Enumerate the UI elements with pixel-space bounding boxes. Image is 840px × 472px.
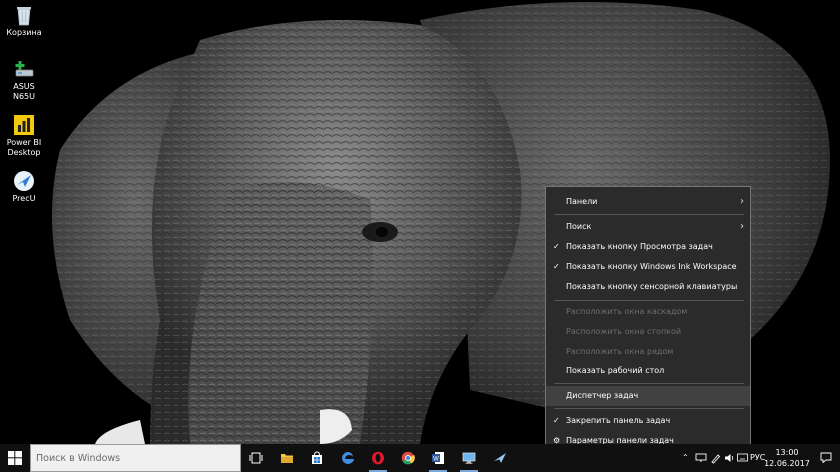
checkmark-icon: ✓ xyxy=(553,262,560,271)
taskbar[interactable]: Поиск в Windows W ⌃ РУС 13:00 12.06.2017 xyxy=(0,444,840,472)
menu-item-label: Диспетчер задач xyxy=(566,391,639,400)
word-button[interactable]: W xyxy=(424,444,452,472)
edge-icon xyxy=(342,452,354,464)
task-view-icon xyxy=(249,452,263,464)
menu-item-lock-taskbar[interactable]: ✓ Закрепить панель задач xyxy=(546,411,750,431)
recycle-bin-icon xyxy=(17,7,31,26)
clock-date: 12.06.2017 xyxy=(764,459,810,468)
remote-desktop-button[interactable] xyxy=(455,444,483,472)
edge-button[interactable] xyxy=(334,444,362,472)
taskbar-context-menu: Панели › Поиск › ✓ Показать кнопку Просм… xyxy=(545,186,751,444)
menu-item-search[interactable]: Поиск › xyxy=(546,217,750,237)
menu-item-label: Закрепить панель задач xyxy=(566,416,671,425)
clock[interactable]: 13:00 12.06.2017 xyxy=(760,447,814,469)
desktop-icon-power-bi[interactable]: Power BI Desktop xyxy=(2,114,46,158)
remote-desktop-icon xyxy=(462,452,476,464)
desktop-icon-label: Power BI Desktop xyxy=(6,138,42,157)
desktop-icon-label: Корзина xyxy=(6,28,42,37)
search-box[interactable]: Поиск в Windows xyxy=(30,444,241,472)
touch-keyboard-icon[interactable] xyxy=(737,453,748,462)
file-explorer-icon xyxy=(281,454,293,463)
menu-item-label: Поиск xyxy=(566,222,592,231)
word-icon: W xyxy=(432,452,444,464)
menu-item-label: Показать рабочий стол xyxy=(566,366,665,375)
volume-icon[interactable] xyxy=(724,453,735,463)
menu-item-task-manager[interactable]: Диспетчер задач xyxy=(546,386,750,406)
store-icon xyxy=(312,451,322,464)
ink-workspace-icon[interactable] xyxy=(710,453,721,464)
windows-logo-icon xyxy=(8,451,22,465)
desktop-icon-asus-n65u[interactable]: ASUS N65U xyxy=(2,58,46,102)
menu-item-label: Параметры панели задач xyxy=(566,436,674,444)
menu-separator xyxy=(554,300,744,301)
menu-separator xyxy=(554,408,744,409)
menu-item-toolbars[interactable]: Панели › xyxy=(546,192,750,212)
precu-app-icon xyxy=(14,171,34,191)
power-bi-icon xyxy=(14,115,34,135)
menu-item-label: Расположить окна каскадом xyxy=(566,307,688,316)
network-drive-icon xyxy=(15,61,34,77)
menu-item-show-ink-workspace[interactable]: ✓ Показать кнопку Windows Ink Workspace xyxy=(546,257,750,277)
desktop-icon-recycle-bin[interactable]: Корзина xyxy=(2,4,46,38)
task-view-button[interactable] xyxy=(242,444,270,472)
precu-taskbar-button[interactable] xyxy=(486,444,514,472)
file-explorer-button[interactable] xyxy=(273,444,301,472)
action-center-icon[interactable] xyxy=(820,452,832,463)
menu-item-side-by-side: Расположить окна рядом xyxy=(546,342,750,362)
menu-item-label: Показать кнопку Просмотра задач xyxy=(566,242,713,251)
menu-item-label: Расположить окна стопкой xyxy=(566,327,682,336)
network-icon[interactable] xyxy=(695,453,707,463)
menu-item-show-desktop[interactable]: Показать рабочий стол xyxy=(546,361,750,381)
desktop-icon-label: PrecU xyxy=(12,194,36,203)
menu-separator xyxy=(554,214,744,215)
opera-button[interactable] xyxy=(364,444,392,472)
menu-item-show-touch-keyboard[interactable]: Показать кнопку сенсорной клавиатуры xyxy=(546,277,750,297)
chevron-up-icon[interactable]: ⌃ xyxy=(682,453,689,462)
opera-icon xyxy=(372,451,384,465)
menu-separator xyxy=(554,383,744,384)
desktop[interactable]: Корзина ASUS N65U Power BI Desktop PrecU… xyxy=(0,0,840,444)
checkmark-icon: ✓ xyxy=(553,416,560,425)
svg-text:W: W xyxy=(433,457,439,463)
chevron-right-icon: › xyxy=(740,221,744,232)
desktop-icon-precu[interactable]: PrecU xyxy=(2,170,46,204)
start-button[interactable] xyxy=(0,444,30,472)
clock-time: 13:00 xyxy=(775,448,799,457)
menu-item-stack-windows: Расположить окна стопкой xyxy=(546,322,750,342)
precu-app-icon xyxy=(494,453,506,463)
menu-item-label: Расположить окна рядом xyxy=(566,347,674,356)
menu-item-label: Показать кнопку Windows Ink Workspace xyxy=(566,262,737,271)
chrome-icon xyxy=(401,451,415,465)
gear-icon: ⚙ xyxy=(553,436,561,444)
menu-item-taskbar-settings[interactable]: ⚙ Параметры панели задач xyxy=(546,431,750,444)
chrome-button[interactable] xyxy=(394,444,422,472)
menu-item-show-task-view[interactable]: ✓ Показать кнопку Просмотра задач xyxy=(546,237,750,257)
search-placeholder: Поиск в Windows xyxy=(36,453,121,464)
menu-item-label: Показать кнопку сенсорной клавиатуры xyxy=(566,282,738,291)
checkmark-icon: ✓ xyxy=(553,242,560,251)
menu-item-cascade-windows: Расположить окна каскадом xyxy=(546,302,750,322)
store-button[interactable] xyxy=(303,444,331,472)
chevron-right-icon: › xyxy=(740,196,744,207)
desktop-icon-label: ASUS N65U xyxy=(12,82,36,101)
menu-item-label: Панели xyxy=(566,197,598,206)
